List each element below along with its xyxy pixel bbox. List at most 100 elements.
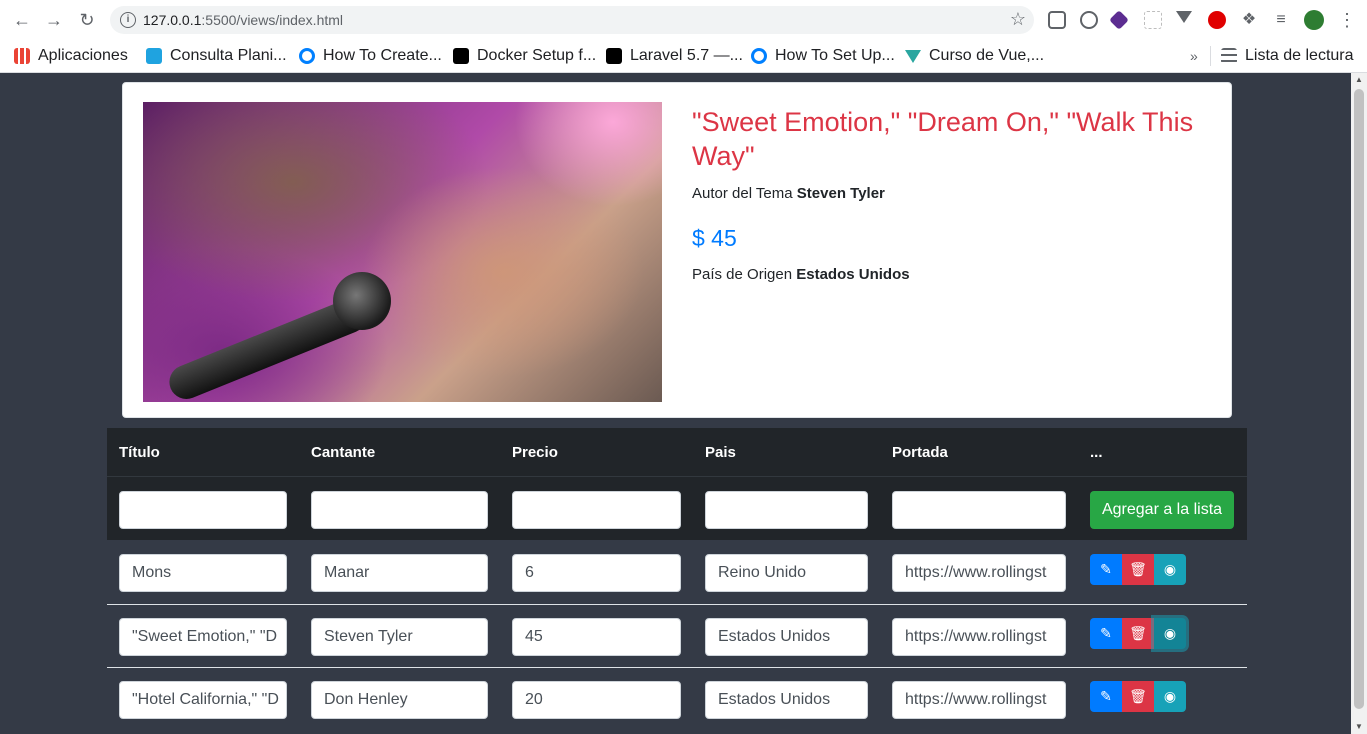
- browser-menu-icon[interactable]: ⋮: [1338, 11, 1356, 29]
- edit-button[interactable]: ✎: [1090, 681, 1122, 712]
- bookmark-docker-setup[interactable]: Docker Setup f...: [453, 46, 596, 66]
- country-label: País de Origen: [692, 266, 793, 283]
- cover-image: [143, 102, 662, 402]
- reload-icon[interactable]: ↻: [75, 8, 99, 32]
- bookmark-how-to-create[interactable]: How To Create...: [299, 46, 442, 66]
- bookmark-curso-vue[interactable]: Curso de Vue,...: [905, 46, 1044, 66]
- edit-button[interactable]: ✎: [1090, 554, 1122, 585]
- row-cantante-input[interactable]: Steven Tyler: [311, 618, 488, 656]
- row-pais-input[interactable]: Reino Unido: [705, 554, 868, 592]
- row-precio-input[interactable]: 45: [512, 618, 681, 656]
- row-titulo-input[interactable]: "Sweet Emotion," "D: [119, 618, 287, 656]
- back-icon[interactable]: ←: [10, 8, 34, 32]
- eye-icon: ◉: [1163, 625, 1177, 641]
- table-row: Mons Manar 6 Reino Unido https://www.rol…: [107, 541, 1247, 604]
- song-price: $ 45: [692, 225, 737, 251]
- new-song-row: Agregar a la lista: [107, 476, 1247, 540]
- song-detail-card: "Sweet Emotion," "Dream On," "Walk This …: [122, 82, 1232, 418]
- country-name: Estados Unidos: [796, 266, 910, 283]
- address-bar[interactable]: i 127.0.0.1:5500/views/index.html ☆: [110, 6, 1034, 34]
- row-portada-input[interactable]: https://www.rollingst: [892, 554, 1066, 592]
- row-cantante-input[interactable]: Don Henley: [311, 681, 488, 719]
- bookmarks-more-icon[interactable]: »: [1190, 46, 1198, 66]
- row-pais-input[interactable]: Estados Unidos: [705, 681, 868, 719]
- trash-icon: 🗑: [1129, 625, 1147, 641]
- new-cantante-input[interactable]: [311, 491, 488, 529]
- browser-chrome: ← → ↻ i 127.0.0.1:5500/views/index.html …: [0, 0, 1367, 73]
- bookmark-label: Docker Setup f...: [477, 47, 597, 64]
- extension-vue-icon[interactable]: [1176, 11, 1192, 23]
- medium-icon: [453, 48, 469, 64]
- delete-button[interactable]: 🗑: [1122, 618, 1154, 649]
- vue-icon: [905, 49, 921, 63]
- row-precio-input[interactable]: 6: [512, 554, 681, 592]
- new-titulo-input[interactable]: [119, 491, 287, 529]
- row-cantante-input[interactable]: Manar: [311, 554, 488, 592]
- bookmark-how-to-set-up[interactable]: How To Set Up...: [751, 46, 895, 66]
- bookmark-label: How To Set Up...: [775, 47, 895, 64]
- row-titulo-input[interactable]: Mons: [119, 554, 287, 592]
- scroll-down-icon[interactable]: ▼: [1351, 720, 1367, 734]
- site-info-icon[interactable]: i: [120, 12, 136, 28]
- table-row: "Sweet Emotion," "D Steven Tyler 45 Esta…: [107, 604, 1247, 667]
- extension-badge-icon[interactable]: [1109, 10, 1129, 30]
- url-text: 127.0.0.1:5500/views/index.html: [143, 12, 344, 28]
- media-control-icon[interactable]: ≡: [1272, 11, 1290, 29]
- extensions-puzzle-icon[interactable]: ❖: [1240, 11, 1258, 29]
- digitalocean-icon: [751, 48, 767, 64]
- country-line: País de Origen Estados Unidos: [692, 266, 910, 283]
- eye-icon: ◉: [1163, 561, 1177, 577]
- view-button[interactable]: ◉: [1154, 618, 1186, 649]
- bookmark-laravel[interactable]: Laravel 5.7 —...: [606, 46, 743, 66]
- table-header: Título Cantante Precio Pais Portada ...: [107, 428, 1247, 476]
- extension-grid-icon[interactable]: [1144, 11, 1162, 29]
- row-portada-input[interactable]: https://www.rollingst: [892, 681, 1066, 719]
- extension-cube-icon[interactable]: [1048, 11, 1066, 29]
- bookmark-label: How To Create...: [323, 47, 442, 64]
- table-row: "Hotel California," "D Don Henley 20 Est…: [107, 667, 1247, 730]
- bookmark-apps[interactable]: Aplicaciones: [14, 46, 128, 66]
- add-to-list-button[interactable]: Agregar a la lista: [1090, 491, 1234, 529]
- microphone-head-shape: [333, 272, 391, 330]
- view-button[interactable]: ◉: [1154, 554, 1186, 585]
- extension-globe-icon[interactable]: [1080, 11, 1098, 29]
- header-precio: Precio: [512, 444, 558, 461]
- author-name: Steven Tyler: [796, 185, 885, 202]
- delete-button[interactable]: 🗑: [1122, 681, 1154, 712]
- eye-icon: ◉: [1163, 688, 1177, 704]
- header-portada: Portada: [892, 444, 948, 461]
- bookmark-label: Aplicaciones: [38, 47, 128, 64]
- scroll-up-icon[interactable]: ▲: [1351, 73, 1367, 87]
- view-button[interactable]: ◉: [1154, 681, 1186, 712]
- row-precio-input[interactable]: 20: [512, 681, 681, 719]
- row-pais-input[interactable]: Estados Unidos: [705, 618, 868, 656]
- extension-opera-icon[interactable]: [1208, 11, 1226, 29]
- bookmark-star-icon[interactable]: ☆: [1010, 9, 1026, 30]
- bookmark-label: Consulta Plani...: [170, 47, 287, 64]
- page-scrollbar[interactable]: ▲ ▼: [1351, 73, 1367, 734]
- scrollbar-thumb[interactable]: [1354, 89, 1364, 709]
- row-titulo-input[interactable]: "Hotel California," "D: [119, 681, 287, 719]
- new-portada-input[interactable]: [892, 491, 1066, 529]
- bookmark-label: Laravel 5.7 —...: [630, 47, 743, 64]
- reading-list-label: Lista de lectura: [1245, 47, 1354, 64]
- edit-button[interactable]: ✎: [1090, 618, 1122, 649]
- trash-icon: 🗑: [1129, 688, 1147, 704]
- edit-icon: ✎: [1100, 561, 1112, 577]
- new-precio-input[interactable]: [512, 491, 681, 529]
- header-pais: Pais: [705, 444, 736, 461]
- header-actions: ...: [1090, 444, 1103, 461]
- delete-button[interactable]: 🗑: [1122, 554, 1154, 585]
- profile-avatar-icon[interactable]: [1304, 10, 1324, 30]
- new-pais-input[interactable]: [705, 491, 868, 529]
- bookmark-favicon: [146, 48, 162, 64]
- bookmark-consulta[interactable]: Consulta Plani...: [146, 46, 287, 66]
- digitalocean-icon: [299, 48, 315, 64]
- trash-icon: 🗑: [1129, 561, 1147, 577]
- medium-icon: [606, 48, 622, 64]
- reading-list[interactable]: Lista de lectura: [1210, 46, 1354, 66]
- edit-icon: ✎: [1100, 688, 1112, 704]
- row-portada-input[interactable]: https://www.rollingst: [892, 618, 1066, 656]
- reading-list-icon: [1221, 48, 1237, 64]
- forward-icon[interactable]: →: [42, 8, 66, 32]
